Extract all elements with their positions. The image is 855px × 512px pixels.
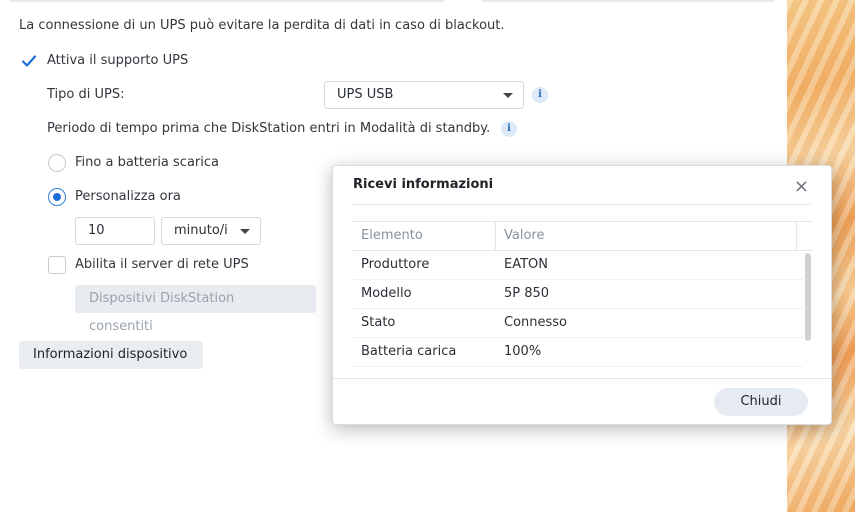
ups-type-value: UPS USB <box>337 87 394 102</box>
grid-header: Elemento Valore <box>353 221 813 251</box>
row-value: 100% <box>504 344 542 359</box>
radio-until-battery-low[interactable] <box>48 154 66 172</box>
dialog-footer-divider <box>333 378 831 379</box>
row-value: 5P 850 <box>504 286 550 301</box>
close-button[interactable]: Chiudi <box>714 388 808 416</box>
grid-scrollbar[interactable] <box>803 251 813 376</box>
table-row[interactable]: Batteria carica 100% <box>353 338 803 367</box>
custom-time-input[interactable]: 10 <box>75 217 155 245</box>
dialog-title-divider <box>353 204 811 205</box>
column-separator <box>495 222 496 251</box>
device-info-button[interactable]: Informazioni dispositivo <box>19 341 203 369</box>
close-icon[interactable]: × <box>794 176 809 197</box>
allowed-devices-button[interactable]: Dispositivi DiskStation consentiti <box>75 285 316 334</box>
intro-text: La connessione di un UPS può evitare la … <box>19 18 505 33</box>
row-item: Stato <box>361 315 396 330</box>
chevron-down-icon <box>240 229 250 234</box>
time-unit-value: minuto/i <box>174 223 228 238</box>
standby-period-label: Periodo di tempo prima che DiskStation e… <box>47 121 491 136</box>
top-divider-right <box>482 0 774 2</box>
checkmark-icon <box>21 55 37 67</box>
scrollbar-thumb[interactable] <box>805 253 811 341</box>
row-item: Batteria carica <box>361 344 457 359</box>
column-header-value[interactable]: Valore <box>504 228 544 243</box>
row-item: Modello <box>361 286 412 301</box>
info-grid: Elemento Valore Produttore EATON Modello… <box>353 221 813 376</box>
device-info-dialog: Ricevi informazioni × Elemento Valore Pr… <box>332 165 832 425</box>
dialog-title: Ricevi informazioni <box>353 177 494 192</box>
ups-support-label: Attiva il supporto UPS <box>47 53 189 68</box>
table-row[interactable]: Stato Connesso <box>353 309 803 338</box>
radio-until-battery-low-label: Fino a batteria scarica <box>75 155 219 170</box>
row-value: EATON <box>504 257 548 272</box>
time-unit-select[interactable]: minuto/i <box>161 217 261 245</box>
ups-type-select[interactable]: UPS USB <box>324 81 524 109</box>
ups-support-checkbox[interactable] <box>20 52 38 70</box>
radio-custom-time[interactable] <box>48 188 66 206</box>
table-row[interactable]: Produttore EATON <box>353 251 803 280</box>
ups-type-label: Tipo di UPS: <box>47 87 125 102</box>
row-value: Connesso <box>504 315 568 330</box>
row-item: Produttore <box>361 257 430 272</box>
info-icon[interactable]: i <box>532 87 548 103</box>
network-server-label: Abilita il server di rete UPS <box>75 257 249 272</box>
column-separator <box>796 222 797 251</box>
column-header-item[interactable]: Elemento <box>361 228 423 243</box>
table-row[interactable]: Modello 5P 850 <box>353 280 803 309</box>
radio-custom-time-label: Personalizza ora <box>75 189 181 204</box>
network-server-checkbox[interactable] <box>48 256 66 274</box>
chevron-down-icon <box>503 93 513 98</box>
top-divider-left <box>10 0 444 2</box>
info-icon[interactable]: i <box>501 121 517 137</box>
